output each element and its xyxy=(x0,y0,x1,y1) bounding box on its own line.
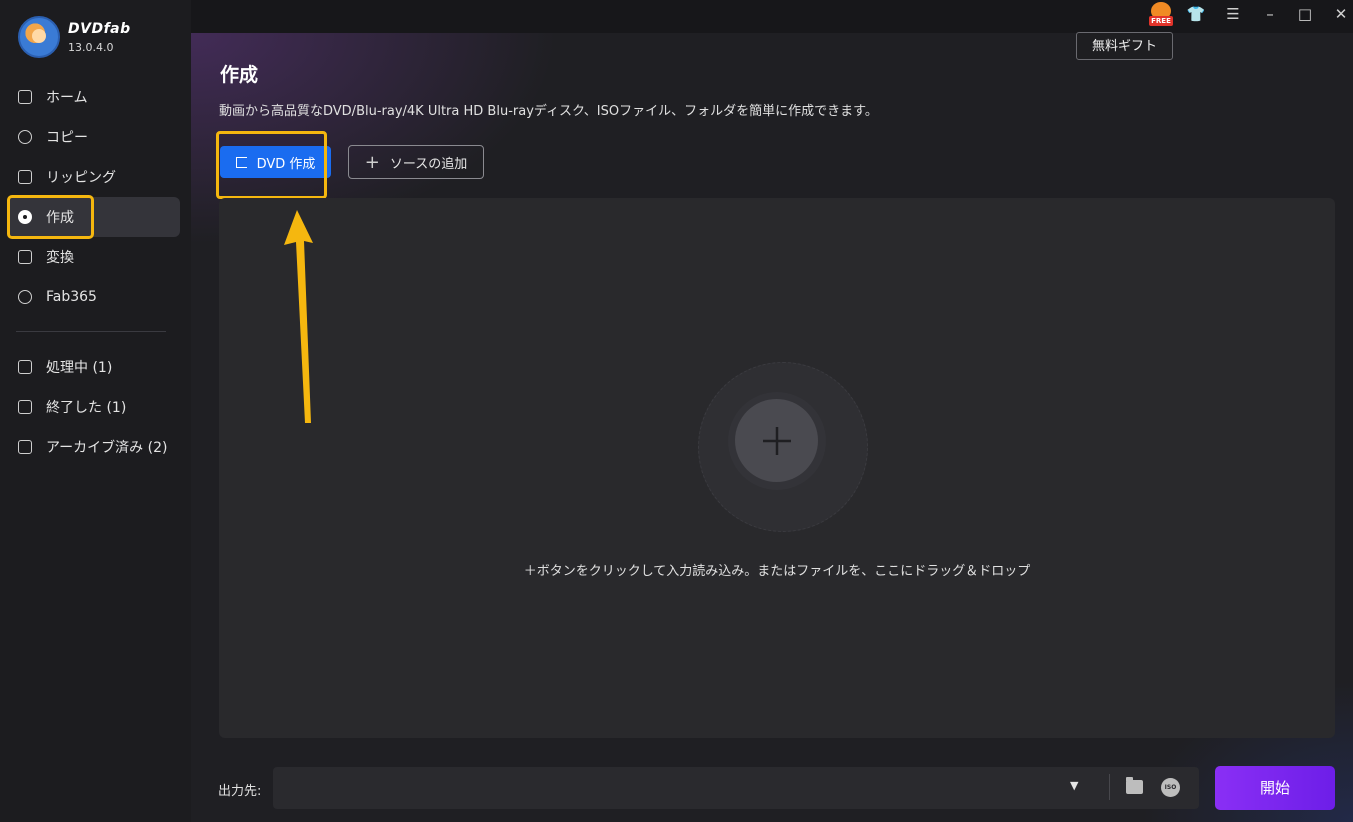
sidebar-item-archived[interactable]: アーカイブ済み (2) xyxy=(8,427,180,467)
archive-icon xyxy=(18,440,32,454)
minimize-icon[interactable]: – xyxy=(1260,4,1280,24)
maximize-icon[interactable]: □ xyxy=(1295,4,1315,24)
page-description: 動画から高品質なDVD/Blu-ray/4K Ultra HD Blu-rayデ… xyxy=(219,104,878,119)
free-badge-label: FREE xyxy=(1149,16,1173,26)
sidebar-item-label: コピー xyxy=(46,130,88,146)
page-title: 作成 xyxy=(220,64,259,86)
sidebar-item-processing[interactable]: 処理中 (1) xyxy=(8,347,180,387)
shirt-icon[interactable]: 👕 xyxy=(1186,4,1206,24)
sidebar-item-fab365[interactable]: Fab365 xyxy=(8,277,180,317)
sidebar-item-label: リッピング xyxy=(46,170,116,186)
copy-icon xyxy=(18,130,32,144)
sidebar-item-copy[interactable]: コピー xyxy=(8,117,180,157)
sidebar-item-label: Fab365 xyxy=(46,289,97,305)
sidebar-item-finished[interactable]: 終了した (1) xyxy=(8,387,180,427)
title-bar xyxy=(191,0,1353,33)
sidebar-item-label: 終了した (1) xyxy=(46,400,127,416)
dvdfab-logo xyxy=(18,16,60,58)
highlight-box-sidebar xyxy=(7,195,94,239)
app-version: 13.0.4.0 xyxy=(68,40,114,54)
iso-icon[interactable]: ISO xyxy=(1161,778,1180,797)
output-label: 出力先: xyxy=(218,784,262,799)
fab365-icon xyxy=(18,290,32,304)
gift-icon[interactable]: FREE xyxy=(1147,2,1175,26)
output-separator xyxy=(1109,774,1110,800)
chevron-down-icon[interactable]: ▼ xyxy=(1070,779,1078,792)
sidebar-item-ripping[interactable]: リッピング xyxy=(8,157,180,197)
add-source-button[interactable]: + ソースの追加 xyxy=(348,145,484,179)
menu-icon[interactable]: ☰ xyxy=(1223,4,1243,24)
folder-icon[interactable] xyxy=(1126,777,1143,794)
add-file-button[interactable] xyxy=(735,399,818,482)
film-icon xyxy=(18,250,32,264)
sidebar-item-label: 処理中 (1) xyxy=(46,360,113,376)
finished-icon xyxy=(18,400,32,414)
sidebar-item-converter[interactable]: 変換 xyxy=(8,237,180,277)
start-button[interactable]: 開始 xyxy=(1215,766,1335,810)
sidebar: DVDfab 13.0.4.0 ホーム コピー リッピング 作成 変換 Fab3… xyxy=(0,0,191,822)
highlight-box-button xyxy=(216,131,327,199)
ripping-icon xyxy=(18,170,32,184)
sidebar-divider xyxy=(16,331,166,332)
sidebar-item-label: 変換 xyxy=(46,250,74,266)
gift-tooltip: 無料ギフト xyxy=(1076,32,1173,60)
processing-icon xyxy=(18,360,32,374)
brand: DVDfab 13.0.4.0 xyxy=(18,16,131,58)
home-icon xyxy=(18,90,32,104)
plus-icon xyxy=(762,426,791,455)
sidebar-item-label: ホーム xyxy=(46,90,88,106)
sidebar-item-home[interactable]: ホーム xyxy=(8,77,180,117)
add-source-label: ソースの追加 xyxy=(389,156,468,172)
sidebar-item-label: アーカイブ済み (2) xyxy=(46,440,168,456)
app-name: DVDfab xyxy=(68,20,131,37)
close-icon[interactable]: ✕ xyxy=(1331,4,1351,24)
output-path-field[interactable] xyxy=(273,767,1199,809)
drop-hint: ＋ボタンをクリックして入力読み込み。またはファイルを、ここにドラッグ＆ドロップ xyxy=(523,564,1031,579)
annotation-arrow-icon xyxy=(284,210,313,423)
plus-icon: + xyxy=(364,151,380,173)
